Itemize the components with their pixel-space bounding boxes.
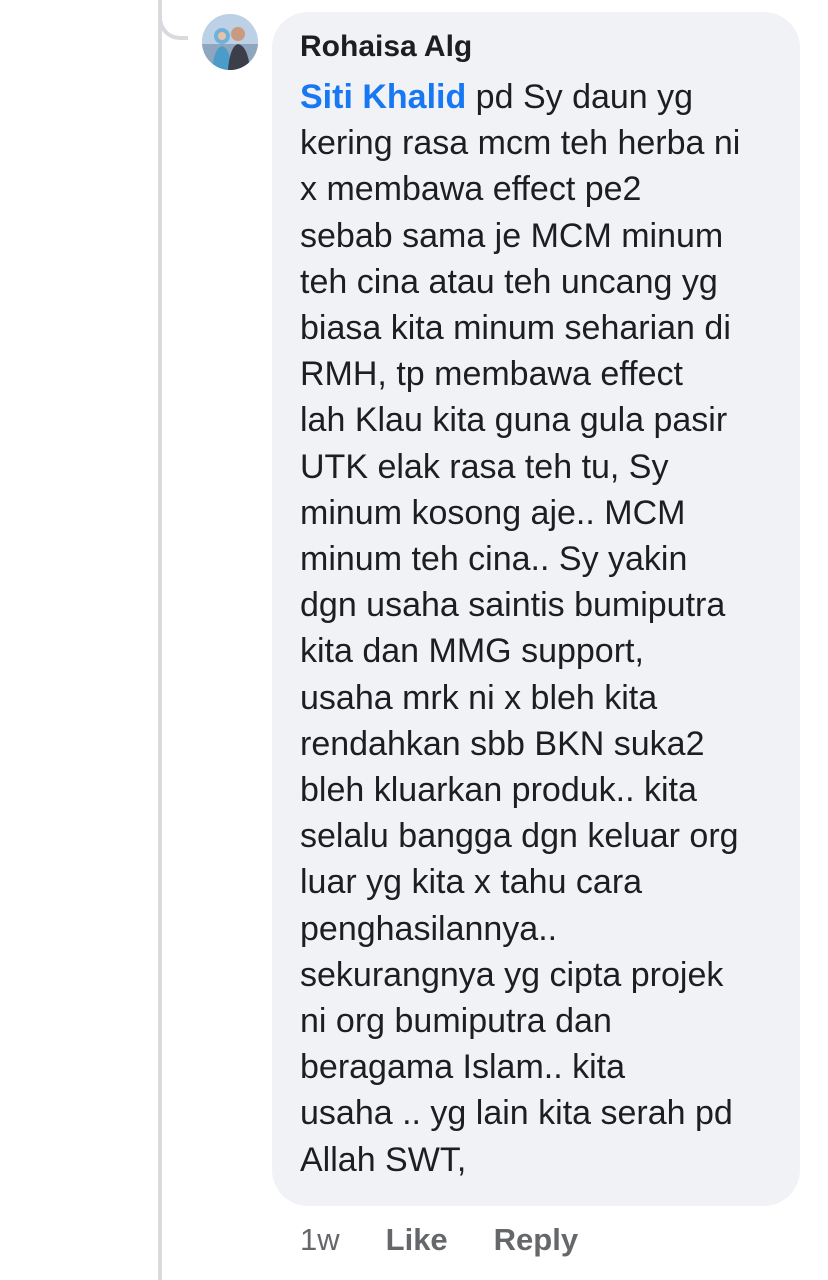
- comment-line: kita dan MMG support,: [300, 632, 644, 671]
- avatar[interactable]: [202, 14, 258, 70]
- comment-line: sekurangnya yg cipta projek: [300, 955, 724, 994]
- comment-body: Siti Khalid pd Sy daun yg kering rasa mc…: [300, 74, 774, 1183]
- comment-line: lah Klau kita guna gula pasir: [300, 401, 728, 440]
- thread-connector-curve: [158, 0, 188, 40]
- reply-button[interactable]: Reply: [494, 1222, 578, 1258]
- comment-line: x membawa effect pe2: [300, 170, 642, 209]
- comment-line: UTK elak rasa teh tu, Sy: [300, 447, 669, 486]
- comment-line: rendahkan sbb BKN suka2: [300, 724, 705, 763]
- comment-text: pd Sy daun yg: [466, 78, 694, 116]
- comment-line: teh cina atau teh uncang yg: [300, 262, 718, 301]
- like-button[interactable]: Like: [386, 1222, 448, 1258]
- comment-line: selalu bangga dgn keluar org: [300, 817, 739, 856]
- mention-link[interactable]: Siti Khalid: [300, 78, 466, 116]
- comment-line: beragama Islam.. kita: [300, 1048, 626, 1087]
- comment-line: dgn usaha saintis bumiputra: [300, 586, 726, 625]
- comment-bubble: Rohaisa Alg Siti Khalid pd Sy daun yg ke…: [272, 12, 800, 1206]
- comment-line: usaha mrk ni x bleh kita: [300, 678, 658, 717]
- comment-line: usaha .. yg lain kita serah pd: [300, 1094, 733, 1133]
- comment-line: Allah SWT,: [300, 1140, 467, 1179]
- comment-line: minum kosong aje.. MCM: [300, 493, 686, 532]
- comment-line: ni org bumiputra dan: [300, 1002, 612, 1041]
- comment-line: kering rasa mcm teh herba ni: [300, 124, 741, 163]
- comment-line-0: Siti Khalid pd Sy daun yg: [300, 74, 774, 120]
- comment-line: sebab sama je MCM minum: [300, 216, 724, 255]
- comment-actions: 1w Like Reply: [300, 1218, 578, 1262]
- comment-line: bleh kluarkan produk.. kita: [300, 771, 697, 810]
- comment-line: biasa kita minum seharian di: [300, 309, 731, 348]
- comment-line: minum teh cina.. Sy yakin: [300, 540, 688, 579]
- comment-timestamp[interactable]: 1w: [300, 1222, 340, 1258]
- comment-line: RMH, tp membawa effect: [300, 355, 683, 394]
- comment-line: penghasilannya..: [300, 909, 558, 948]
- comment-author[interactable]: Rohaisa Alg: [300, 30, 774, 66]
- thread-connector-line: [158, 0, 162, 1280]
- avatar-photo-icon: [202, 14, 258, 70]
- comment-line: luar yg kita x tahu cara: [300, 863, 643, 902]
- comment-thread: Rohaisa Alg Siti Khalid pd Sy daun yg ke…: [0, 0, 828, 1280]
